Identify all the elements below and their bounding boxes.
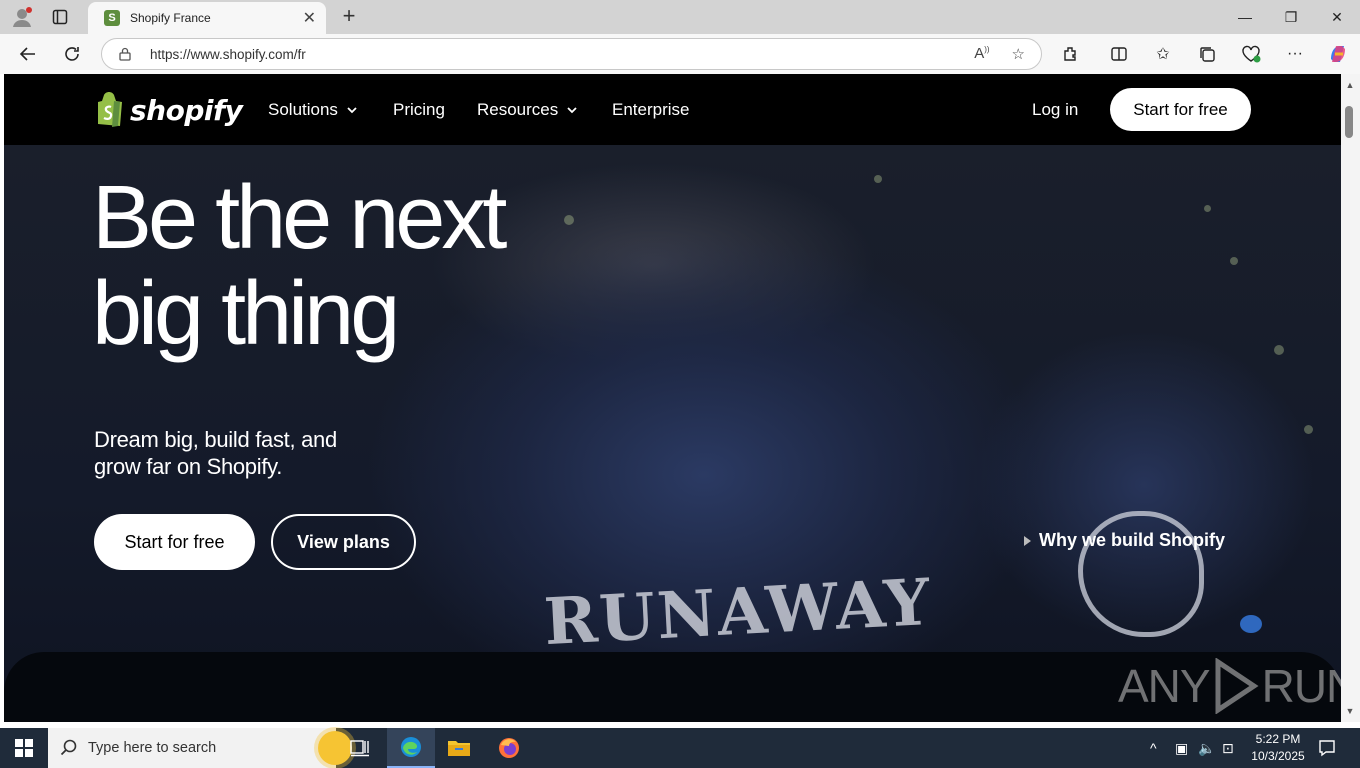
hero-headline-line2: big thing xyxy=(92,264,400,364)
notifications-icon[interactable] xyxy=(1318,728,1336,768)
hero-headline: Be the next big thing xyxy=(92,168,507,364)
clock-date: 10/3/2025 xyxy=(1251,749,1305,763)
shopify-logo[interactable]: shopify xyxy=(94,92,243,128)
split-screen-icon[interactable] xyxy=(1107,42,1131,66)
collections-icon[interactable] xyxy=(1195,42,1219,66)
watermark-right: RUN xyxy=(1261,660,1341,712)
scrollbar-thumb[interactable] xyxy=(1345,106,1353,138)
edge-taskbar-icon[interactable] xyxy=(387,728,435,768)
tab-actions-icon[interactable] xyxy=(46,4,74,30)
taskbar-clock[interactable]: 5:22 PM 10/3/2025 xyxy=(1246,731,1310,765)
start-free-button[interactable]: Start for free xyxy=(94,514,255,570)
volume-icon[interactable]: 🔈 xyxy=(1198,728,1215,768)
anyrun-watermark: ANY RUN xyxy=(1118,658,1341,714)
header-start-free-button[interactable]: Start for free xyxy=(1110,88,1251,131)
nav-pricing[interactable]: Pricing xyxy=(393,74,445,145)
shopify-bag-icon xyxy=(98,92,122,127)
minimize-icon[interactable]: — xyxy=(1222,0,1268,34)
file-explorer-icon[interactable] xyxy=(435,728,483,768)
view-plans-button[interactable]: View plans xyxy=(271,514,416,570)
scroll-up-icon[interactable]: ▲ xyxy=(1344,80,1356,90)
favorite-star-icon[interactable]: ☆ xyxy=(1012,45,1025,63)
profile-icon[interactable] xyxy=(8,4,36,30)
nav-solutions-label: Solutions xyxy=(268,99,338,119)
hoodie-graphic-text: RUNAWAY xyxy=(542,564,934,661)
watermark-left: ANY xyxy=(1118,660,1211,712)
copilot-icon[interactable] xyxy=(1326,42,1350,66)
extensions-icon[interactable] xyxy=(1059,42,1083,66)
page-scrollbar[interactable]: ▲ ▼ xyxy=(1341,74,1360,722)
lock-icon[interactable] xyxy=(118,47,132,61)
chevron-down-icon xyxy=(347,106,357,113)
task-view-icon[interactable] xyxy=(336,728,384,768)
web-page: RUNAWAY shopify Solutions Pricing Resour… xyxy=(4,74,1341,722)
url-text[interactable]: https://www.shopify.com/fr xyxy=(150,47,974,62)
nav-enterprise-label: Enterprise xyxy=(612,99,690,119)
nav-solutions[interactable]: Solutions xyxy=(268,74,358,145)
close-tab-icon[interactable]: ✕ xyxy=(303,8,316,28)
site-header: shopify Solutions Pricing Resources Ente… xyxy=(4,74,1341,145)
nav-enterprise[interactable]: Enterprise xyxy=(612,74,689,145)
meet-now-icon[interactable]: ▣ xyxy=(1175,728,1188,768)
nav-pricing-label: Pricing xyxy=(393,99,445,119)
new-tab-icon[interactable]: + xyxy=(338,5,360,29)
search-placeholder: Type here to search xyxy=(88,740,217,756)
why-we-build-label: Why we build Shopify xyxy=(1039,530,1225,550)
watermark-play-icon xyxy=(1215,658,1259,714)
scroll-down-icon[interactable]: ▼ xyxy=(1344,706,1356,716)
search-icon xyxy=(60,739,77,756)
taskbar-search-box[interactable]: Type here to search xyxy=(48,728,352,768)
hero-subheading: Dream big, build fast, and grow far on S… xyxy=(94,427,337,479)
back-icon[interactable] xyxy=(13,40,43,68)
hero-headline-line1: Be the next xyxy=(92,168,507,268)
address-bar[interactable]: https://www.shopify.com/fr A)) ☆ xyxy=(101,38,1042,70)
toolbar: https://www.shopify.com/fr A)) ☆ ✩ ··· xyxy=(0,34,1360,74)
close-window-icon[interactable]: ✕ xyxy=(1314,0,1360,34)
firefox-icon[interactable] xyxy=(485,728,533,768)
shopify-favicon-icon: S xyxy=(104,10,120,26)
play-icon xyxy=(1024,535,1031,546)
refresh-icon[interactable] xyxy=(57,40,87,68)
active-tab[interactable]: S Shopify France ✕ xyxy=(88,2,326,34)
windows-start-icon[interactable] xyxy=(0,728,48,768)
favorites-icon[interactable]: ✩ xyxy=(1151,42,1175,66)
why-we-build-video-link[interactable]: Why we build Shopify xyxy=(1024,530,1225,551)
nav-resources-label: Resources xyxy=(477,99,559,119)
logo-wordmark: shopify xyxy=(130,93,243,127)
read-aloud-icon[interactable]: A)) xyxy=(974,45,989,63)
clock-time: 5:22 PM xyxy=(1255,732,1301,746)
nav-resources[interactable]: Resources xyxy=(477,74,578,145)
login-link[interactable]: Log in xyxy=(1032,74,1078,145)
tab-title: Shopify France xyxy=(130,11,211,25)
browser-essentials-icon[interactable] xyxy=(1239,42,1263,66)
tab-strip: S Shopify France ✕ + — ❐ ✕ xyxy=(0,0,1360,34)
network-icon[interactable]: ⊡ xyxy=(1222,728,1234,768)
more-menu-icon[interactable]: ··· xyxy=(1283,42,1307,66)
windows-taskbar: Type here to search ^ ▣ 🔈 ⊡ 5:22 PM 10/3… xyxy=(0,728,1360,768)
restore-icon[interactable]: ❐ xyxy=(1268,0,1314,34)
chevron-down-icon xyxy=(567,106,577,113)
tray-chevron-up-icon[interactable]: ^ xyxy=(1150,728,1157,768)
